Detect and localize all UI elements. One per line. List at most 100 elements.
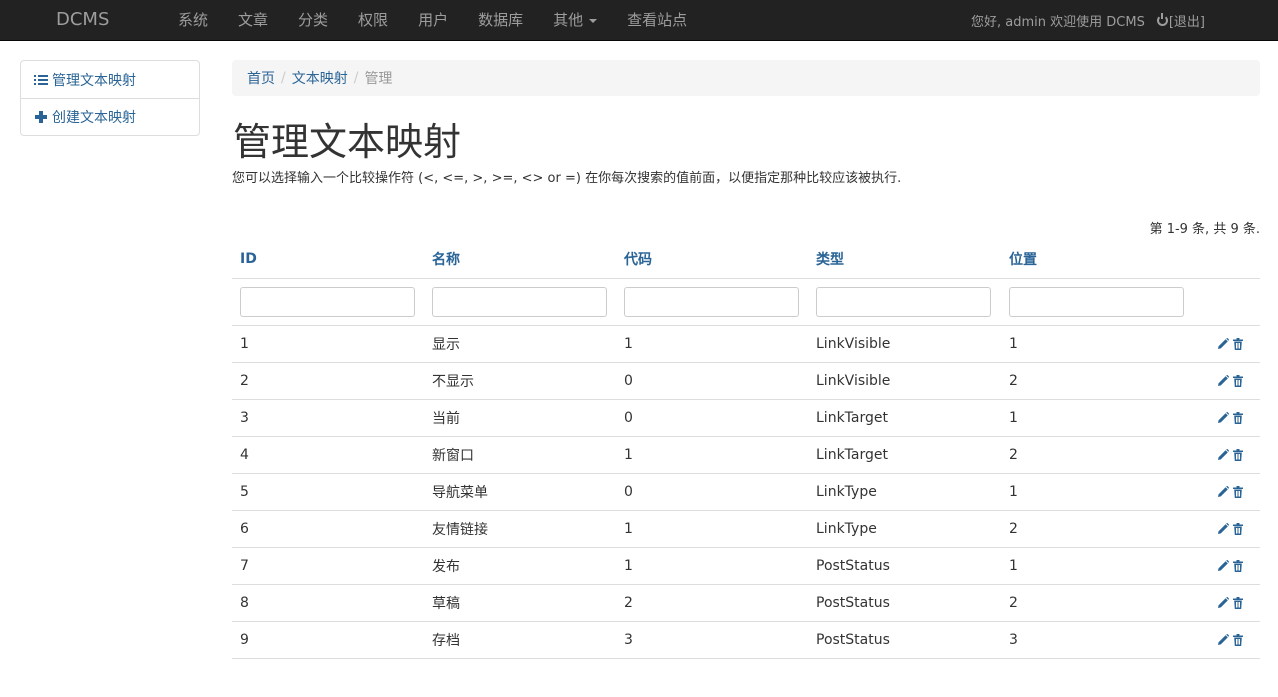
delete-icon[interactable] xyxy=(1232,522,1244,535)
delete-icon[interactable] xyxy=(1232,337,1244,350)
row-actions xyxy=(1194,362,1260,400)
cell-type: LinkType xyxy=(808,473,1001,511)
brand-logo[interactable]: DCMS xyxy=(56,9,109,30)
table-row: 5 导航菜单 0 LinkType 1 xyxy=(232,473,1260,511)
delete-icon[interactable] xyxy=(1232,374,1244,387)
grid-body: 1 显示 1 LinkVisible 1 2 不显示 0 LinkVisible 2 3 当前 0 Lin… xyxy=(232,325,1260,659)
edit-icon[interactable] xyxy=(1217,522,1229,535)
breadcrumb: 首页 / 文本映射 / 管理 xyxy=(232,60,1260,96)
column-header-type[interactable]: 类型 xyxy=(808,240,1001,279)
row-actions xyxy=(1194,621,1260,659)
caret-down-icon xyxy=(589,18,598,23)
cell-position: 1 xyxy=(1001,547,1194,585)
cell-position: 1 xyxy=(1001,399,1194,437)
sidebar-item-manage[interactable]: 管理文本映射 xyxy=(21,61,199,98)
edit-icon[interactable] xyxy=(1217,485,1229,498)
delete-icon[interactable] xyxy=(1232,411,1244,424)
cell-position: 2 xyxy=(1001,362,1194,400)
edit-icon[interactable] xyxy=(1217,559,1229,572)
cell-name: 草稿 xyxy=(424,584,616,622)
filter-code-input[interactable] xyxy=(624,286,799,317)
delete-icon[interactable] xyxy=(1232,485,1244,498)
filter-name-input[interactable] xyxy=(432,286,607,317)
row-actions xyxy=(1194,584,1260,622)
nav-item-database[interactable]: 数据库 xyxy=(463,0,538,41)
cell-code: 0 xyxy=(616,362,808,400)
column-header-position[interactable]: 位置 xyxy=(1001,240,1194,279)
row-actions xyxy=(1194,436,1260,474)
cell-position: 3 xyxy=(1001,621,1194,659)
row-actions xyxy=(1194,510,1260,548)
table-row: 8 草稿 2 PostStatus 2 xyxy=(232,584,1260,622)
edit-icon[interactable] xyxy=(1217,633,1229,646)
delete-icon[interactable] xyxy=(1232,559,1244,572)
nav-item-view-site[interactable]: 查看站点 xyxy=(612,0,702,41)
cell-position: 2 xyxy=(1001,584,1194,622)
row-actions xyxy=(1194,547,1260,585)
cell-name: 当前 xyxy=(424,399,616,437)
cell-position: 1 xyxy=(1001,325,1194,363)
cell-type: LinkType xyxy=(808,510,1001,548)
page-title: 管理文本映射 xyxy=(233,120,462,164)
nav-item-other-dropdown[interactable]: 其他 xyxy=(538,0,612,41)
column-header-actions xyxy=(1194,240,1260,279)
edit-icon[interactable] xyxy=(1217,374,1229,387)
power-icon xyxy=(1156,13,1168,26)
cell-code: 1 xyxy=(616,325,808,363)
cell-code: 2 xyxy=(616,584,808,622)
nav-item-system[interactable]: 系统 xyxy=(178,0,223,41)
user-greeting: 您好, admin 欢迎使用 DCMS xyxy=(971,15,1145,30)
delete-icon[interactable] xyxy=(1232,448,1244,461)
nav-item-other-label: 其他 xyxy=(553,11,584,29)
delete-icon[interactable] xyxy=(1232,596,1244,609)
edit-icon[interactable] xyxy=(1217,448,1229,461)
edit-icon[interactable] xyxy=(1217,596,1229,609)
cell-id: 8 xyxy=(232,584,424,622)
column-header-id[interactable]: ID xyxy=(232,240,424,279)
logout-label: [退出] xyxy=(1168,15,1205,30)
sidebar-item-create[interactable]: 创建文本映射 xyxy=(21,98,199,135)
filter-type-input[interactable] xyxy=(816,286,991,317)
filter-position-input[interactable] xyxy=(1009,286,1184,317)
main-nav: 系统 文章 分类 权限 用户 数据库 其他 查看站点 xyxy=(178,0,702,41)
delete-icon[interactable] xyxy=(1232,633,1244,646)
result-summary: 第 1-9 条, 共 9 条. xyxy=(1149,222,1260,237)
edit-icon[interactable] xyxy=(1217,337,1229,350)
breadcrumb-home[interactable]: 首页 xyxy=(247,68,275,88)
breadcrumb-current: 管理 xyxy=(364,71,393,87)
cell-name: 发布 xyxy=(424,547,616,585)
header-row: ID 名称 代码 类型 位置 xyxy=(232,240,1260,279)
filter-row xyxy=(232,278,1260,326)
edit-icon[interactable] xyxy=(1217,411,1229,424)
nav-item-users[interactable]: 用户 xyxy=(403,0,463,41)
cell-code: 1 xyxy=(616,510,808,548)
filter-id-input[interactable] xyxy=(240,286,415,317)
row-actions xyxy=(1194,325,1260,363)
cell-id: 7 xyxy=(232,547,424,585)
cell-name: 新窗口 xyxy=(424,436,616,474)
cell-id: 5 xyxy=(232,473,424,511)
nav-item-categories[interactable]: 分类 xyxy=(283,0,343,41)
top-navbar: DCMS 系统 文章 分类 权限 用户 数据库 其他 查看站点 您好, admi… xyxy=(0,0,1278,41)
table-row: 9 存档 3 PostStatus 3 xyxy=(232,621,1260,659)
cell-type: LinkTarget xyxy=(808,436,1001,474)
cell-position: 1 xyxy=(1001,473,1194,511)
nav-item-articles[interactable]: 文章 xyxy=(223,0,283,41)
cell-id: 2 xyxy=(232,362,424,400)
cell-id: 1 xyxy=(232,325,424,363)
plus-icon xyxy=(35,111,47,123)
table-row: 6 友情链接 1 LinkType 2 xyxy=(232,510,1260,548)
cell-id: 9 xyxy=(232,621,424,659)
cell-type: LinkVisible xyxy=(808,362,1001,400)
user-area: 您好, admin 欢迎使用 DCMS [退出] xyxy=(971,0,1205,41)
cell-type: LinkVisible xyxy=(808,325,1001,363)
nav-item-permissions[interactable]: 权限 xyxy=(343,0,403,41)
sidebar-item-label: 创建文本映射 xyxy=(52,110,136,126)
breadcrumb-separator: / xyxy=(281,70,286,86)
breadcrumb-section[interactable]: 文本映射 xyxy=(292,68,348,88)
column-header-name[interactable]: 名称 xyxy=(424,240,616,279)
logout-link[interactable]: [退出] xyxy=(1156,11,1205,30)
column-header-code[interactable]: 代码 xyxy=(616,240,808,279)
table-row: 7 发布 1 PostStatus 1 xyxy=(232,547,1260,585)
row-actions xyxy=(1194,399,1260,437)
